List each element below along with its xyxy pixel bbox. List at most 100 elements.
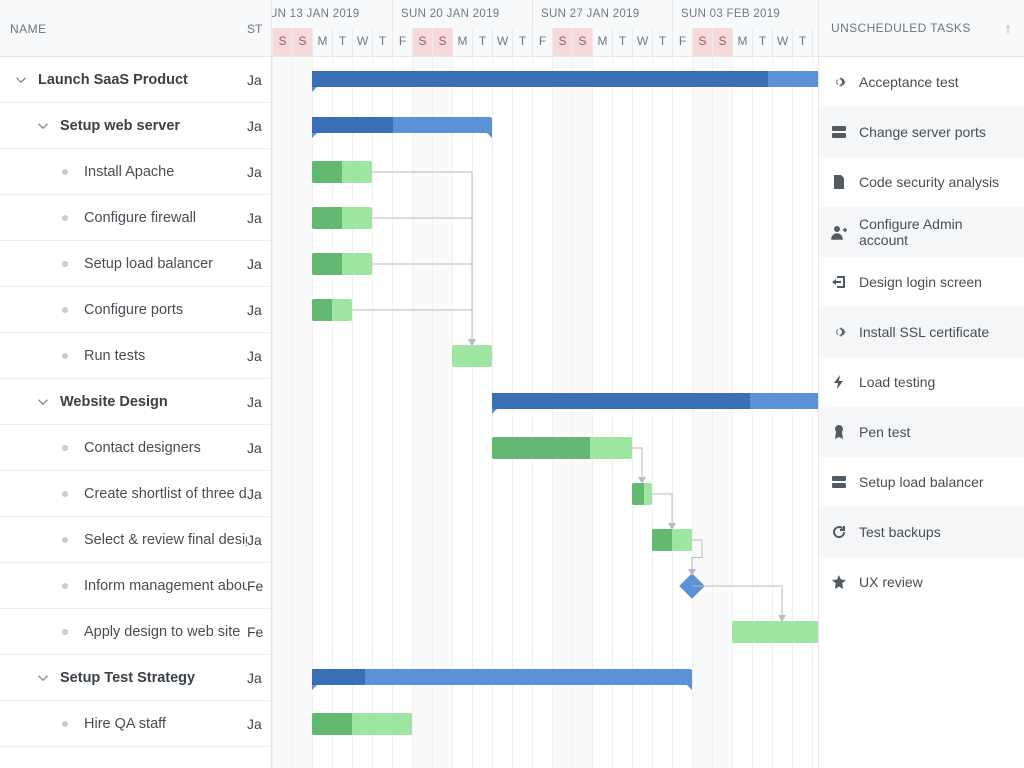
chevron-down-icon[interactable] [36, 671, 50, 685]
star-icon [831, 574, 847, 590]
task-bar[interactable] [312, 253, 372, 275]
tree-row[interactable]: Hire QA staffJa [0, 701, 271, 747]
task-bar[interactable] [652, 529, 692, 551]
unscheduled-item[interactable]: Change server ports [819, 107, 1024, 157]
task-bar[interactable] [732, 621, 818, 643]
chevron-down-icon[interactable] [36, 119, 50, 133]
summary-bar[interactable] [312, 71, 818, 87]
day-header: T [752, 28, 772, 56]
unscheduled-item[interactable]: Test backups [819, 507, 1024, 557]
gantt-timeline[interactable]: SUN 13 JAN 2019SUN 20 JAN 2019SUN 27 JAN… [272, 0, 818, 768]
week-header: SUN 27 JAN 2019 [532, 0, 672, 28]
tree-row[interactable]: Configure portsJa [0, 287, 271, 333]
login-icon [831, 274, 847, 290]
tree-row-label: Setup Test Strategy [60, 670, 195, 686]
gantt-bars [272, 57, 818, 768]
badge-icon [831, 424, 847, 440]
task-bar[interactable] [312, 161, 372, 183]
tree-row-start: Ja [247, 440, 271, 456]
bullet-icon [62, 583, 68, 589]
chevron-down-icon[interactable] [36, 395, 50, 409]
task-bar[interactable] [312, 299, 352, 321]
tree-row-label: Apply design to web site [84, 624, 240, 640]
summary-bar[interactable] [492, 393, 818, 409]
day-header: M [592, 28, 612, 56]
tree-row[interactable]: Install ApacheJa [0, 149, 271, 195]
unscheduled-item-label: Test backups [859, 524, 941, 540]
unscheduled-item[interactable]: Design login screen [819, 257, 1024, 307]
day-header: S [572, 28, 592, 56]
col-header-start[interactable]: ST [247, 0, 271, 56]
bullet-icon [62, 261, 68, 267]
server-icon [831, 124, 847, 140]
milestone[interactable] [679, 573, 704, 598]
tree-row[interactable]: Setup load balancerJa [0, 241, 271, 287]
tree-row-label: Select & review final design [84, 532, 247, 548]
unscheduled-item[interactable]: Acceptance test [819, 57, 1024, 107]
tree-row-start: Ja [247, 256, 271, 272]
task-bar[interactable] [452, 345, 492, 367]
tree-row-start: Ja [247, 394, 271, 410]
tree-row[interactable]: Contact designersJa [0, 425, 271, 471]
unscheduled-item[interactable]: UX review [819, 557, 1024, 607]
col-header-name[interactable]: NAME [0, 0, 247, 56]
summary-bar[interactable] [312, 117, 492, 133]
tree-row-label: Website Design [60, 394, 168, 410]
tree-row[interactable]: Run testsJa [0, 333, 271, 379]
day-header: T [612, 28, 632, 56]
unscheduled-item[interactable]: Code security analysis [819, 157, 1024, 207]
tree-row-label: Setup web server [60, 118, 180, 134]
task-tree-panel: NAME ST Launch SaaS ProductJaSetup web s… [0, 0, 272, 768]
unscheduled-item[interactable]: Load testing [819, 357, 1024, 407]
chevron-down-icon[interactable] [14, 73, 28, 87]
sort-asc-icon[interactable]: ↑ [1005, 20, 1012, 36]
unscheduled-item[interactable]: Pen test [819, 407, 1024, 457]
tree-row-start: Fe [247, 578, 271, 594]
day-header: S [552, 28, 572, 56]
day-header: S [692, 28, 712, 56]
tree-row[interactable]: Create shortlist of three designersJa [0, 471, 271, 517]
unscheduled-item-label: UX review [859, 574, 923, 590]
task-bar[interactable] [312, 713, 412, 735]
server-icon [831, 474, 847, 490]
tree-row[interactable]: Setup web serverJa [0, 103, 271, 149]
unscheduled-item-label: Acceptance test [859, 74, 959, 90]
tree-row[interactable]: Select & review final designJa [0, 517, 271, 563]
unscheduled-item-label: Change server ports [859, 124, 986, 140]
tree-row-label: Run tests [84, 348, 145, 364]
tree-body: Launch SaaS ProductJaSetup web serverJaI… [0, 57, 271, 768]
unscheduled-item-label: Load testing [859, 374, 935, 390]
day-header: T [332, 28, 352, 56]
tree-row-label: Inform management about decision [84, 578, 247, 594]
day-header: T [792, 28, 812, 56]
user-icon [831, 224, 847, 240]
tree-row-start: Ja [247, 670, 271, 686]
tree-row-start: Ja [247, 302, 271, 318]
bolt-icon [831, 374, 847, 390]
unscheduled-item-label: Pen test [859, 424, 910, 440]
tree-row-label: Install Apache [84, 164, 174, 180]
unscheduled-item[interactable]: Install SSL certificate [819, 307, 1024, 357]
tree-row[interactable]: Setup Test Strategy Ja [0, 655, 271, 701]
day-header: W [352, 28, 372, 56]
week-header: SUN 20 JAN 2019 [392, 0, 532, 28]
bullet-icon [62, 721, 68, 727]
tree-row[interactable]: Website Design Ja [0, 379, 271, 425]
tree-row[interactable]: Launch SaaS ProductJa [0, 57, 271, 103]
day-header: S [292, 28, 312, 56]
day-header: M [732, 28, 752, 56]
tree-row[interactable]: Inform management about decisionFe [0, 563, 271, 609]
unscheduled-item[interactable]: Configure Admin account [819, 207, 1024, 257]
tree-row[interactable]: Configure firewallJa [0, 195, 271, 241]
day-header: S [272, 28, 292, 56]
task-bar[interactable] [632, 483, 652, 505]
day-header: F [392, 28, 412, 56]
unscheduled-item-label: Install SSL certificate [859, 324, 989, 340]
task-bar[interactable] [312, 207, 372, 229]
unscheduled-item[interactable]: Setup load balancer [819, 457, 1024, 507]
task-bar[interactable] [492, 437, 632, 459]
day-header: W [632, 28, 652, 56]
summary-bar[interactable] [312, 669, 692, 685]
tree-row[interactable]: Apply design to web siteFe [0, 609, 271, 655]
day-header: M [452, 28, 472, 56]
